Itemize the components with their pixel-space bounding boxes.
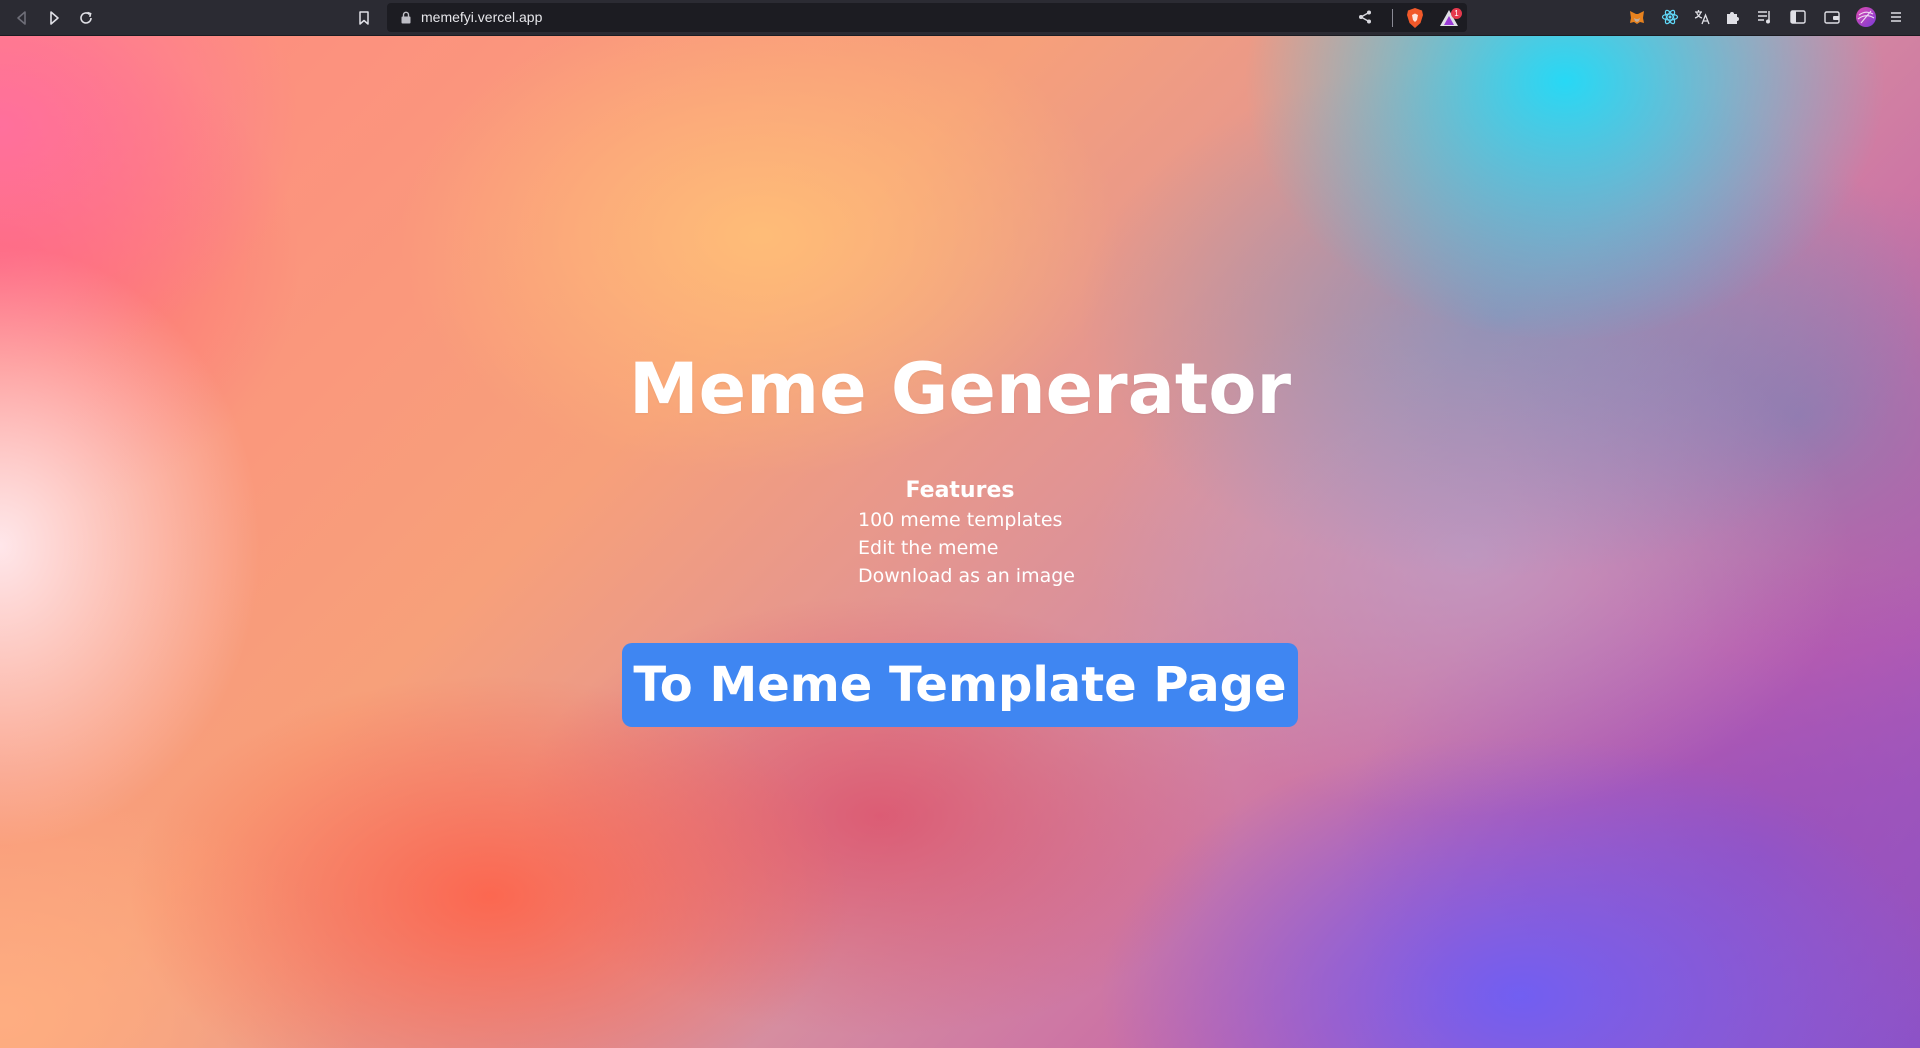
menu-icon[interactable] <box>1887 8 1905 26</box>
share-icon[interactable] <box>1357 9 1373 25</box>
address-bar-divider <box>1392 9 1393 27</box>
extensions-puzzle-icon[interactable] <box>1724 8 1742 26</box>
features-heading: Features <box>905 478 1015 503</box>
back-arrow-icon[interactable] <box>10 6 34 30</box>
hero-section: Meme Generator Features 100 meme templat… <box>0 36 1920 1048</box>
features-section: Features 100 meme templates Edit the mem… <box>858 476 1258 590</box>
browser-window: memefyi.vercel.app 1 Meme Generator Feat… <box>0 0 1920 1048</box>
playlist-icon[interactable] <box>1756 8 1774 26</box>
bookmark-icon[interactable] <box>352 6 376 30</box>
address-bar[interactable]: memefyi.vercel.app <box>387 3 1467 32</box>
feature-item: 100 meme templates <box>858 509 1063 531</box>
meme-template-page-button[interactable]: To Meme Template Page <box>622 643 1298 727</box>
url-text[interactable]: memefyi.vercel.app <box>421 3 542 32</box>
wallet-icon[interactable] <box>1823 8 1841 26</box>
forward-arrow-icon[interactable] <box>42 6 66 30</box>
react-devtools-icon[interactable] <box>1661 8 1679 26</box>
lock-icon <box>401 11 411 24</box>
reload-icon[interactable] <box>74 6 98 30</box>
page-title: Meme Generator <box>629 348 1291 430</box>
page-viewport: Meme Generator Features 100 meme templat… <box>0 36 1920 1048</box>
translate-icon[interactable] <box>1693 8 1711 26</box>
sidebar-icon[interactable] <box>1789 8 1807 26</box>
feature-item: Download as an image <box>858 565 1075 587</box>
browser-toolbar: memefyi.vercel.app 1 <box>0 0 1920 36</box>
metamask-icon[interactable] <box>1628 8 1646 26</box>
brave-shields-icon[interactable] <box>1405 7 1425 29</box>
profile-avatar-icon[interactable] <box>1855 6 1877 28</box>
rewards-badge: 1 <box>1451 8 1462 19</box>
feature-item: Edit the meme <box>858 537 999 559</box>
